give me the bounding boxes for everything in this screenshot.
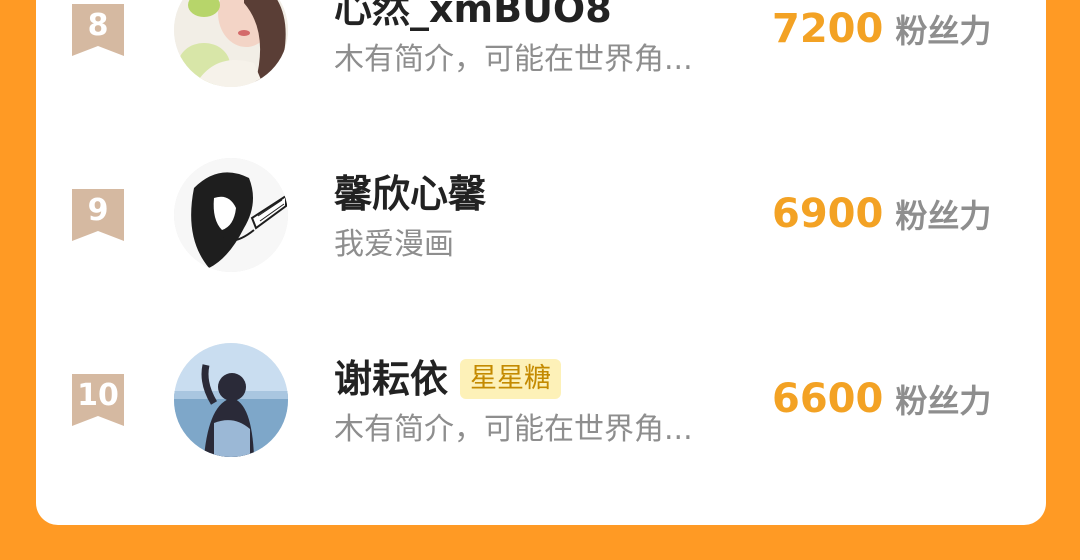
leaderboard-row[interactable]: 8 心然_xmBUO8 木有简介，可能在世界角... 7200 粉丝力 (0, 0, 1080, 130)
user-name-line: 馨欣心馨 (334, 169, 486, 219)
user-bio: 木有简介，可能在世界角... (334, 412, 693, 447)
user-name[interactable]: 谢耘依 (334, 355, 448, 403)
score-unit: 粉丝力 (895, 382, 992, 420)
score-value: 6600 (772, 376, 884, 422)
user-tag-badge: 星星糖 (460, 359, 562, 399)
user-name[interactable]: 馨欣心馨 (334, 170, 486, 218)
user-name-line: 心然_xmBUO8 (334, 0, 612, 34)
user-bio: 木有简介，可能在世界角... (334, 42, 693, 77)
score-unit: 粉丝力 (895, 12, 992, 50)
user-name[interactable]: 心然_xmBUO8 (334, 0, 612, 33)
leaderboard-row[interactable]: 10 谢耘依 星星糖 木有简介，可能在世界角... 6600 粉丝力 (0, 343, 1080, 500)
fan-power-score: 7200 粉丝力 (772, 5, 991, 55)
rank-ribbon-icon: 9 (72, 189, 124, 241)
score-unit: 粉丝力 (895, 197, 992, 235)
rank-ribbon-icon: 8 (72, 4, 124, 56)
leaderboard-page: 8 心然_xmBUO8 木有简介，可能在世界角... 7200 粉丝力 9 馨欣… (0, 0, 1080, 560)
score-value: 6900 (772, 191, 884, 237)
score-value: 7200 (772, 6, 884, 52)
user-avatar[interactable] (174, 343, 288, 457)
leaderboard-row[interactable]: 9 馨欣心馨 我爱漫画 6900 粉丝力 (0, 158, 1080, 315)
user-bio: 我爱漫画 (334, 227, 454, 262)
rank-number: 10 (77, 378, 119, 413)
fan-power-score: 6900 粉丝力 (772, 190, 991, 240)
rank-number: 8 (87, 8, 109, 43)
user-avatar[interactable] (174, 0, 288, 87)
fan-power-score: 6600 粉丝力 (772, 375, 991, 425)
rank-ribbon-icon: 10 (72, 374, 124, 426)
rank-number: 9 (87, 193, 109, 228)
user-avatar[interactable] (174, 158, 288, 272)
user-name-line: 谢耘依 星星糖 (334, 354, 562, 404)
